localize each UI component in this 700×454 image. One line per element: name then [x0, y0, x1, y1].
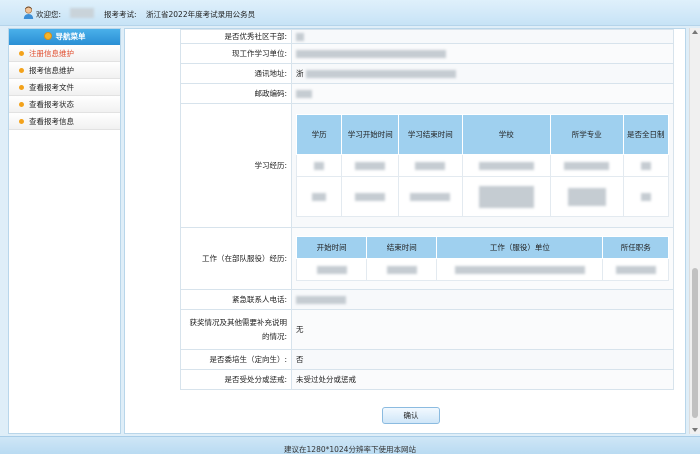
community-cadre-value	[291, 29, 674, 44]
form-row: 是否受处分或惩戒: 未受过处分或惩戒	[180, 369, 674, 390]
welcome-text: 欢迎您:	[36, 10, 62, 19]
form-row: 紧急联系人电话:	[180, 289, 674, 310]
col-header: 学习开始时间	[341, 114, 400, 155]
punishment-label: 是否受处分或惩戒:	[180, 369, 292, 390]
user-icon	[23, 6, 34, 19]
sidebar-item-view-status[interactable]: 查看报考状态	[9, 96, 120, 113]
punishment-value: 未受过处分或惩戒	[291, 369, 674, 390]
work-history-table: 开始时间 结束时间 工作（服役）单位 所任职务	[295, 236, 669, 281]
resolution-note: 建议在1280*1024分辨率下使用本网站	[284, 445, 416, 454]
sidebar: 导航菜单 注册信息维护 报考信息维护 查看报考文件 查看报考状态 查看报考信息	[8, 28, 121, 434]
address-label: 通讯地址:	[180, 63, 292, 84]
workplace-value	[291, 43, 674, 64]
table-row	[295, 154, 670, 177]
form-row: 学习经历: 学历 学习开始时间 学习结束时间 学校 所学专业 是否全日制	[180, 103, 674, 228]
form-row: 工作（在部队服役）经历: 开始时间 结束时间 工作（服役）单位 所任职务	[180, 227, 674, 290]
col-header: 学校	[461, 114, 552, 155]
sidebar-item-view-files[interactable]: 查看报考文件	[9, 79, 120, 96]
form-row: 邮政编码:	[180, 83, 674, 104]
col-header: 工作（服役）单位	[436, 236, 604, 259]
col-header: 学历	[295, 114, 343, 155]
scroll-down-icon[interactable]	[692, 428, 698, 432]
sidebar-item-label: 查看报考信息	[29, 117, 74, 126]
menu-icon	[43, 32, 52, 40]
col-header: 开始时间	[295, 236, 368, 259]
top-bar: 欢迎您: 报考考试: 浙江省2022年度考试录用公务员	[0, 0, 700, 26]
col-header: 学习结束时间	[398, 114, 463, 155]
study-history-label: 学习经历:	[180, 103, 292, 228]
form-row: 获奖情况及其他需要补充说明的情况: 无	[180, 309, 674, 350]
registration-form: 是否优秀社区干部: 现工作学习单位: 通讯地址: 浙 邮政编码: 学习经历: 学…	[180, 29, 674, 390]
scrollbar-thumb[interactable]	[692, 268, 698, 418]
awards-value: 无	[291, 309, 674, 350]
form-row: 是否委培生（定向生）: 否	[180, 349, 674, 370]
col-header: 结束时间	[366, 236, 438, 259]
confirm-button[interactable]: 确认	[382, 407, 440, 424]
sidebar-item-label: 报考信息维护	[29, 66, 74, 75]
work-history-cell: 开始时间 结束时间 工作（服役）单位 所任职务	[291, 227, 674, 290]
col-header: 所任职务	[602, 236, 669, 259]
workplace-label: 现工作学习单位:	[180, 43, 292, 64]
address-value: 浙	[291, 63, 674, 84]
nav-menu-title-label: 导航菜单	[55, 32, 86, 41]
sidebar-item-view-info[interactable]: 查看报考信息	[9, 113, 120, 130]
bullet-icon	[19, 119, 24, 124]
study-history-table: 学历 学习开始时间 学习结束时间 学校 所学专业 是否全日制	[295, 114, 670, 217]
form-row: 是否优秀社区干部:	[180, 29, 674, 44]
footer: 建议在1280*1024分辨率下使用本网站	[0, 436, 700, 454]
form-row: 通讯地址: 浙	[180, 63, 674, 84]
postcode-label: 邮政编码:	[180, 83, 292, 104]
directed-trainee-value: 否	[291, 349, 674, 370]
vertical-scrollbar[interactable]	[689, 28, 700, 434]
study-history-cell: 学历 学习开始时间 学习结束时间 学校 所学专业 是否全日制	[291, 103, 674, 228]
exam-label: 报考考试:	[104, 10, 137, 19]
bullet-icon	[19, 68, 24, 73]
table-row	[295, 176, 670, 217]
table-row	[295, 258, 669, 281]
col-header: 所学专业	[550, 114, 624, 155]
scroll-up-icon[interactable]	[692, 30, 698, 34]
exam-name: 浙江省2022年度考试录用公务员	[146, 10, 256, 19]
work-history-label: 工作（在部队服役）经历:	[180, 227, 292, 290]
address-prefix: 浙	[296, 69, 304, 78]
emergency-phone-value	[291, 289, 674, 310]
main-content: 是否优秀社区干部: 现工作学习单位: 通讯地址: 浙 邮政编码: 学习经历: 学…	[124, 28, 686, 434]
emergency-phone-label: 紧急联系人电话:	[180, 289, 292, 310]
form-row: 现工作学习单位:	[180, 43, 674, 64]
community-cadre-label: 是否优秀社区干部:	[180, 29, 292, 44]
sidebar-item-label: 查看报考文件	[29, 83, 74, 92]
bullet-icon	[19, 85, 24, 90]
sidebar-item-register-info[interactable]: 注册信息维护	[9, 45, 120, 62]
user-name-redacted	[70, 8, 94, 18]
bullet-icon	[19, 102, 24, 107]
nav-menu-title: 导航菜单	[9, 29, 120, 45]
col-header: 是否全日制	[622, 114, 670, 155]
bullet-icon	[19, 51, 24, 56]
sidebar-item-label: 查看报考状态	[29, 100, 74, 109]
directed-trainee-label: 是否委培生（定向生）:	[180, 349, 292, 370]
sidebar-item-application-info[interactable]: 报考信息维护	[9, 62, 120, 79]
postcode-value	[291, 83, 674, 104]
sidebar-item-label: 注册信息维护	[29, 49, 74, 58]
awards-label: 获奖情况及其他需要补充说明的情况:	[180, 309, 292, 350]
